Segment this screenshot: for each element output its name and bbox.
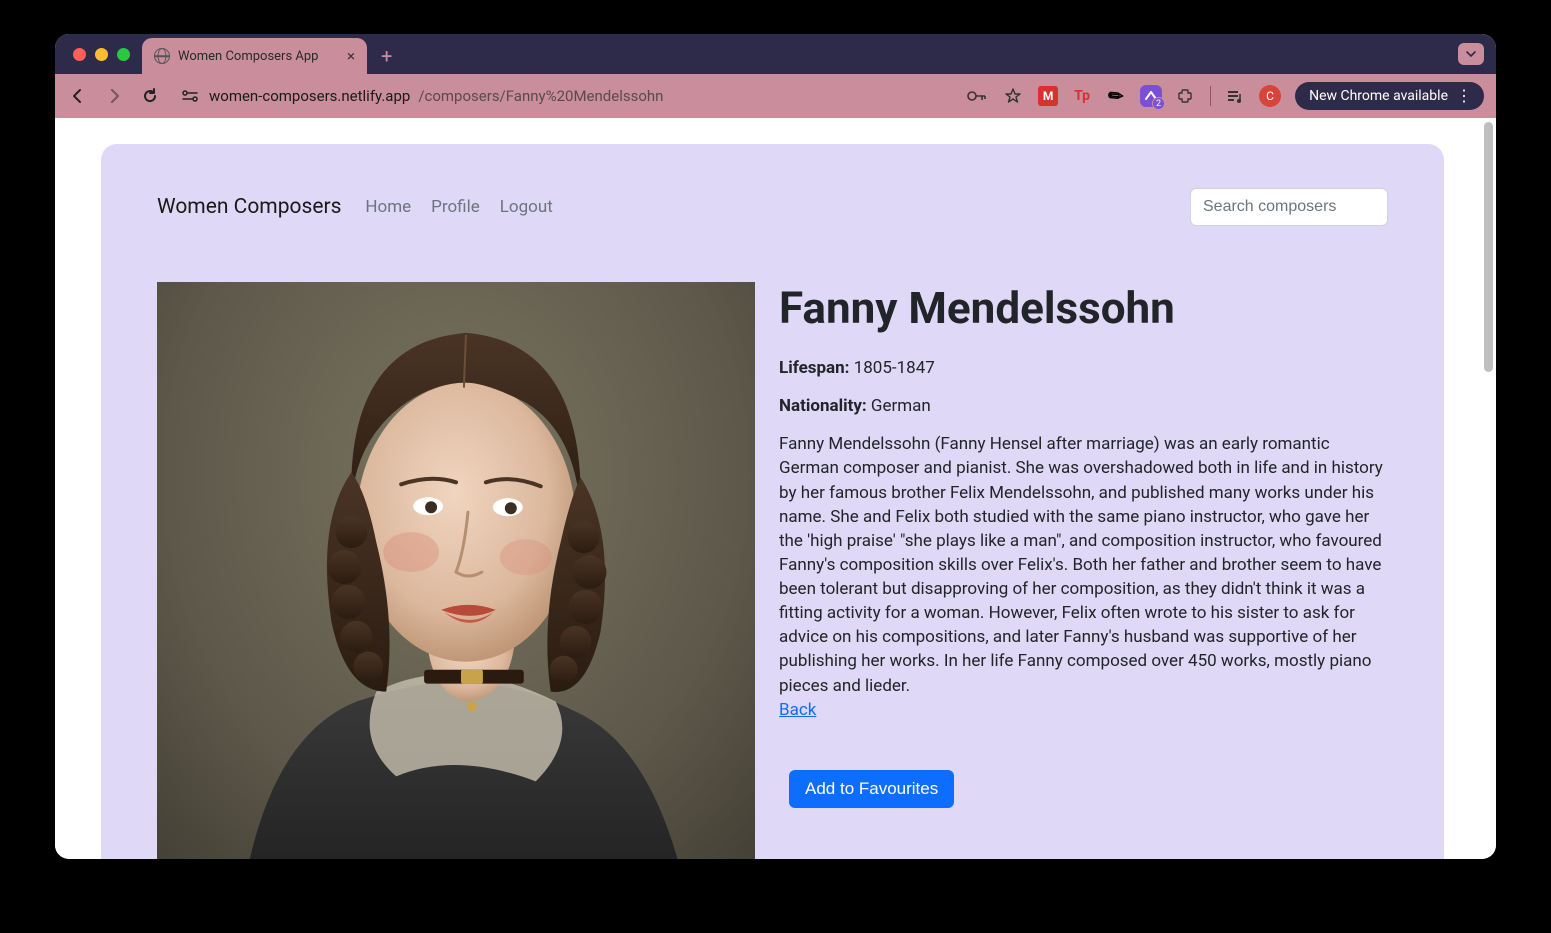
globe-icon (154, 48, 170, 64)
app-navbar: Women Composers Home Profile Logout (157, 188, 1388, 226)
url-path: /composers/Fanny%20Mendelssohn (418, 87, 663, 105)
url-field[interactable]: women-composers.netlify.app/composers/Fa… (175, 87, 952, 105)
reload-button[interactable] (139, 85, 161, 107)
toolbar-divider (1210, 86, 1211, 106)
traffic-lights (65, 34, 142, 74)
lifespan-row: Lifespan: 1805-1847 (779, 356, 1388, 380)
tab-close-button[interactable]: × (347, 47, 355, 65)
extension-pen-icon[interactable]: ✎ (1102, 82, 1130, 110)
nav-link-logout[interactable]: Logout (500, 197, 553, 217)
nav-link-profile[interactable]: Profile (431, 197, 480, 217)
extensions-menu-icon[interactable] (1176, 86, 1196, 106)
tab-overflow-button[interactable] (1458, 43, 1484, 65)
app-brand[interactable]: Women Composers (157, 195, 341, 219)
nationality-row: Nationality: German (779, 394, 1388, 418)
bio-text: Fanny Mendelssohn (Fanny Hensel after ma… (779, 434, 1383, 695)
address-bar: women-composers.netlify.app/composers/Fa… (55, 74, 1496, 118)
tab-strip: Women Composers App × + (55, 34, 1496, 74)
bookmark-star-icon[interactable] (1002, 85, 1024, 107)
media-control-icon[interactable] (1225, 86, 1245, 106)
composer-bio: Fanny Mendelssohn (Fanny Hensel after ma… (779, 432, 1388, 722)
nav-link-home[interactable]: Home (365, 197, 411, 217)
scrollbar-track[interactable] (1484, 122, 1494, 855)
new-tab-button[interactable]: + (367, 38, 406, 74)
window-minimize-button[interactable] (95, 48, 108, 61)
composer-name: Fanny Mendelssohn (779, 282, 1388, 334)
lifespan-label: Lifespan: (779, 358, 849, 378)
nationality-label: Nationality: (779, 396, 867, 416)
tab-title: Women Composers App (178, 49, 318, 64)
composer-content: Fanny Mendelssohn Lifespan: 1805-1847 Na… (157, 282, 1388, 859)
update-label: New Chrome available (1309, 88, 1448, 104)
extension-purple-icon[interactable]: 2 (1140, 85, 1162, 107)
search-input[interactable] (1190, 188, 1388, 226)
composer-details: Fanny Mendelssohn Lifespan: 1805-1847 Na… (779, 282, 1388, 859)
lifespan-value: 1805-1847 (854, 358, 935, 378)
extension-badge: 2 (1152, 97, 1165, 110)
profile-avatar[interactable]: C (1259, 85, 1281, 107)
scrollbar-thumb[interactable] (1484, 122, 1493, 372)
chrome-update-button[interactable]: New Chrome available ⋮ (1295, 82, 1484, 110)
password-key-icon[interactable] (966, 85, 988, 107)
kebab-menu-icon[interactable]: ⋮ (1456, 88, 1472, 104)
window-close-button[interactable] (73, 48, 86, 61)
extension-mendeley-icon[interactable]: M (1038, 86, 1058, 106)
page-card: Women Composers Home Profile Logout (101, 144, 1444, 859)
window-fullscreen-button[interactable] (117, 48, 130, 61)
forward-button[interactable] (103, 85, 125, 107)
nationality-value: German (871, 396, 931, 416)
back-link[interactable]: Back (779, 700, 816, 720)
site-settings-icon[interactable] (181, 89, 199, 103)
add-favourite-button[interactable]: Add to Favourites (789, 770, 954, 808)
composer-portrait (157, 282, 755, 859)
page-viewport: Women Composers Home Profile Logout (55, 118, 1496, 859)
extension-tp-icon[interactable]: Tp (1072, 86, 1092, 106)
toolbar-right: M Tp ✎ 2 C New Chrome available ⋮ (966, 82, 1484, 110)
browser-tab[interactable]: Women Composers App × (142, 38, 367, 74)
back-button[interactable] (67, 85, 89, 107)
url-host: women-composers.netlify.app (209, 87, 410, 105)
browser-window: Women Composers App × + women-composers.… (55, 34, 1496, 859)
